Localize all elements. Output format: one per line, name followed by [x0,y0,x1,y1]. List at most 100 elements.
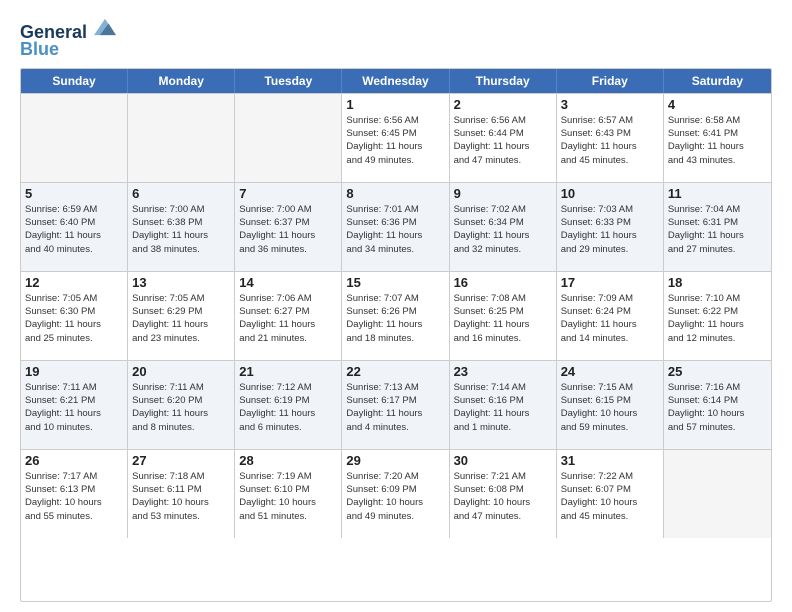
day-info: Sunrise: 7:04 AM Sunset: 6:31 PM Dayligh… [668,203,767,256]
calendar: SundayMondayTuesdayWednesdayThursdayFrid… [20,68,772,602]
day-info: Sunrise: 7:03 AM Sunset: 6:33 PM Dayligh… [561,203,659,256]
day-info: Sunrise: 6:56 AM Sunset: 6:44 PM Dayligh… [454,114,552,167]
calendar-row-2: 5 Sunrise: 6:59 AM Sunset: 6:40 PM Daylig… [21,182,771,271]
day-number: 3 [561,97,659,112]
day-number: 14 [239,275,337,290]
calendar-cell: 11 Sunrise: 7:04 AM Sunset: 6:31 PM Dayli… [664,183,771,271]
day-info: Sunrise: 7:11 AM Sunset: 6:20 PM Dayligh… [132,381,230,434]
calendar-cell: 20Sunrise: 7:11 AM Sunset: 6:20 PM Dayli… [128,361,235,449]
day-number: 13 [132,275,230,290]
day-number: 9 [454,186,552,201]
calendar-cell: 7Sunrise: 7:00 AM Sunset: 6:37 PM Daylig… [235,183,342,271]
day-info: Sunrise: 6:56 AM Sunset: 6:45 PM Dayligh… [346,114,444,167]
day-number: 16 [454,275,552,290]
calendar-cell: 14 Sunrise: 7:06 AM Sunset: 6:27 PM Dayli… [235,272,342,360]
calendar-cell: 1 Sunrise: 6:56 AM Sunset: 6:45 PM Daylig… [342,94,449,182]
day-info: Sunrise: 7:13 AM Sunset: 6:17 PM Dayligh… [346,381,444,434]
calendar-cell: 8Sunrise: 7:01 AM Sunset: 6:36 PM Daylig… [342,183,449,271]
calendar-cell: 30 Sunrise: 7:21 AM Sunset: 6:08 PM Dayli… [450,450,557,538]
calendar-cell: 19 Sunrise: 7:11 AM Sunset: 6:21 PM Dayli… [21,361,128,449]
day-number: 17 [561,275,659,290]
calendar-row-1: 1 Sunrise: 6:56 AM Sunset: 6:45 PM Daylig… [21,93,771,182]
day-number: 12 [25,275,123,290]
day-number: 28 [239,453,337,468]
day-info: Sunrise: 7:00 AM Sunset: 6:38 PM Dayligh… [132,203,230,256]
day-number: 30 [454,453,552,468]
day-number: 19 [25,364,123,379]
day-number: 1 [346,97,444,112]
day-info: Sunrise: 7:20 AM Sunset: 6:09 PM Dayligh… [346,470,444,523]
weekday-header-monday: Monday [128,69,235,93]
calendar-row-4: 19 Sunrise: 7:11 AM Sunset: 6:21 PM Dayli… [21,360,771,449]
calendar-cell: 31 Sunrise: 7:22 AM Sunset: 6:07 PM Dayli… [557,450,664,538]
calendar-cell: 18Sunrise: 7:10 AM Sunset: 6:22 PM Dayli… [664,272,771,360]
day-info: Sunrise: 7:02 AM Sunset: 6:34 PM Dayligh… [454,203,552,256]
day-info: Sunrise: 7:07 AM Sunset: 6:26 PM Dayligh… [346,292,444,345]
day-number: 23 [454,364,552,379]
calendar-cell: 29 Sunrise: 7:20 AM Sunset: 6:09 PM Dayli… [342,450,449,538]
calendar-cell [128,94,235,182]
calendar-row-3: 12 Sunrise: 7:05 AM Sunset: 6:30 PM Dayli… [21,271,771,360]
weekday-header-thursday: Thursday [450,69,557,93]
calendar-cell: 25 Sunrise: 7:16 AM Sunset: 6:14 PM Dayli… [664,361,771,449]
calendar-cell [235,94,342,182]
day-info: Sunrise: 7:12 AM Sunset: 6:19 PM Dayligh… [239,381,337,434]
day-number: 15 [346,275,444,290]
day-info: Sunrise: 7:11 AM Sunset: 6:21 PM Dayligh… [25,381,123,434]
day-number: 25 [668,364,767,379]
weekday-header-sunday: Sunday [21,69,128,93]
calendar-cell: 21 Sunrise: 7:12 AM Sunset: 6:19 PM Dayli… [235,361,342,449]
calendar-cell: 13 Sunrise: 7:05 AM Sunset: 6:29 PM Dayli… [128,272,235,360]
day-number: 5 [25,186,123,201]
calendar-row-5: 26 Sunrise: 7:17 AM Sunset: 6:13 PM Dayli… [21,449,771,538]
day-info: Sunrise: 7:00 AM Sunset: 6:37 PM Dayligh… [239,203,337,256]
day-info: Sunrise: 7:16 AM Sunset: 6:14 PM Dayligh… [668,381,767,434]
calendar-cell: 9 Sunrise: 7:02 AM Sunset: 6:34 PM Daylig… [450,183,557,271]
calendar-cell: 6 Sunrise: 7:00 AM Sunset: 6:38 PM Daylig… [128,183,235,271]
calendar-cell: 12 Sunrise: 7:05 AM Sunset: 6:30 PM Dayli… [21,272,128,360]
day-number: 6 [132,186,230,201]
day-info: Sunrise: 7:17 AM Sunset: 6:13 PM Dayligh… [25,470,123,523]
calendar-cell: 26 Sunrise: 7:17 AM Sunset: 6:13 PM Dayli… [21,450,128,538]
day-number: 22 [346,364,444,379]
calendar-cell: 27 Sunrise: 7:18 AM Sunset: 6:11 PM Dayli… [128,450,235,538]
calendar-cell: 5 Sunrise: 6:59 AM Sunset: 6:40 PM Daylig… [21,183,128,271]
logo-icon [94,16,116,38]
day-info: Sunrise: 7:21 AM Sunset: 6:08 PM Dayligh… [454,470,552,523]
day-info: Sunrise: 7:22 AM Sunset: 6:07 PM Dayligh… [561,470,659,523]
day-number: 29 [346,453,444,468]
day-info: Sunrise: 7:14 AM Sunset: 6:16 PM Dayligh… [454,381,552,434]
day-info: Sunrise: 7:18 AM Sunset: 6:11 PM Dayligh… [132,470,230,523]
calendar-cell: 28 Sunrise: 7:19 AM Sunset: 6:10 PM Dayli… [235,450,342,538]
day-number: 10 [561,186,659,201]
calendar-header: SundayMondayTuesdayWednesdayThursdayFrid… [21,69,771,93]
weekday-header-wednesday: Wednesday [342,69,449,93]
day-info: Sunrise: 7:05 AM Sunset: 6:29 PM Dayligh… [132,292,230,345]
calendar-cell: 22 Sunrise: 7:13 AM Sunset: 6:17 PM Dayli… [342,361,449,449]
weekday-header-tuesday: Tuesday [235,69,342,93]
day-number: 27 [132,453,230,468]
header: General Blue [20,16,772,60]
day-number: 21 [239,364,337,379]
day-info: Sunrise: 7:15 AM Sunset: 6:15 PM Dayligh… [561,381,659,434]
day-number: 11 [668,186,767,201]
day-info: Sunrise: 6:59 AM Sunset: 6:40 PM Dayligh… [25,203,123,256]
calendar-cell: 15 Sunrise: 7:07 AM Sunset: 6:26 PM Dayli… [342,272,449,360]
day-number: 31 [561,453,659,468]
logo: General Blue [20,16,116,60]
day-info: Sunrise: 7:19 AM Sunset: 6:10 PM Dayligh… [239,470,337,523]
calendar-cell: 2Sunrise: 6:56 AM Sunset: 6:44 PM Daylig… [450,94,557,182]
day-info: Sunrise: 7:08 AM Sunset: 6:25 PM Dayligh… [454,292,552,345]
day-info: Sunrise: 6:57 AM Sunset: 6:43 PM Dayligh… [561,114,659,167]
day-number: 26 [25,453,123,468]
day-info: Sunrise: 7:06 AM Sunset: 6:27 PM Dayligh… [239,292,337,345]
calendar-cell [664,450,771,538]
day-info: Sunrise: 7:10 AM Sunset: 6:22 PM Dayligh… [668,292,767,345]
calendar-cell [21,94,128,182]
calendar-cell: 23 Sunrise: 7:14 AM Sunset: 6:16 PM Dayli… [450,361,557,449]
day-info: Sunrise: 7:01 AM Sunset: 6:36 PM Dayligh… [346,203,444,256]
calendar-cell: 16 Sunrise: 7:08 AM Sunset: 6:25 PM Dayli… [450,272,557,360]
calendar-body: 1 Sunrise: 6:56 AM Sunset: 6:45 PM Daylig… [21,93,771,538]
calendar-cell: 10 Sunrise: 7:03 AM Sunset: 6:33 PM Dayli… [557,183,664,271]
day-info: Sunrise: 7:05 AM Sunset: 6:30 PM Dayligh… [25,292,123,345]
